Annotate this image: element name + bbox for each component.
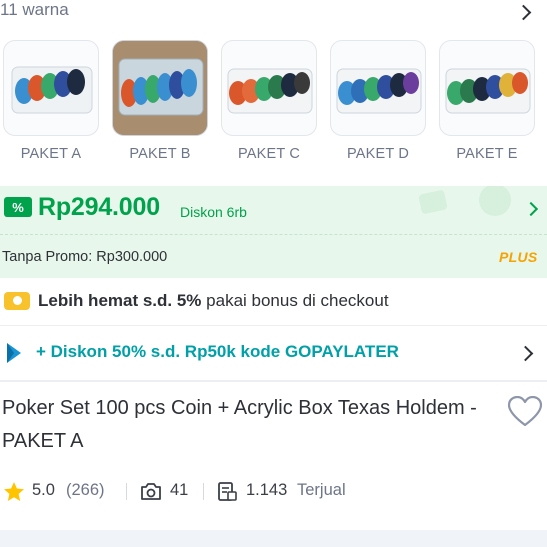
gopaylater-promo[interactable]: + Diskon 50% s.d. Rp50k kode GOPAYLATER xyxy=(36,342,399,362)
heart-icon[interactable] xyxy=(507,396,543,428)
gopay-icon xyxy=(7,343,21,363)
variant-thumb-b[interactable] xyxy=(112,40,208,136)
bonus-promo-bold: Lebih hemat s.d. 5% xyxy=(38,291,202,310)
section-spacer xyxy=(0,530,547,547)
coins-icon xyxy=(4,292,30,310)
chips-image xyxy=(11,66,93,114)
variant-label: PAKET E xyxy=(456,146,518,162)
gopay-chevron-right-icon[interactable] xyxy=(517,345,534,362)
product-title: Poker Set 100 pcs Coin + Acrylic Box Tex… xyxy=(2,397,477,452)
chips-image xyxy=(227,68,313,114)
photo-count[interactable]: 41 xyxy=(170,481,188,500)
divider xyxy=(0,325,547,326)
price-discount: Diskon 6rb xyxy=(180,204,247,220)
svg-text:%: % xyxy=(12,200,24,215)
voucher-icon: % xyxy=(4,197,32,217)
variant-thumb-e[interactable] xyxy=(439,40,535,136)
sold-count: 1.143 xyxy=(246,481,288,499)
receipt-icon xyxy=(218,482,237,501)
chips-image xyxy=(445,68,531,114)
variant-count: 11 warna xyxy=(0,0,69,19)
chips-image xyxy=(336,68,422,114)
variants-chevron-right-icon[interactable] xyxy=(515,4,532,21)
divider xyxy=(0,380,547,382)
variant-thumb-d[interactable] xyxy=(330,40,426,136)
variant-label: PAKET B xyxy=(129,146,191,162)
variant-thumb-c[interactable] xyxy=(221,40,317,136)
plus-badge: PLUS xyxy=(499,249,538,265)
price-amount: Rp294.000 xyxy=(38,193,160,221)
bonus-promo-text: Lebih hemat s.d. 5% pakai bonus di check… xyxy=(38,291,389,311)
camera-icon xyxy=(141,483,161,500)
star-icon xyxy=(4,482,24,501)
separator xyxy=(203,483,204,500)
variant-label: PAKET D xyxy=(346,146,410,162)
rating-value: 5.0 xyxy=(32,481,55,499)
separator xyxy=(126,483,127,500)
variant-label: PAKET A xyxy=(20,146,82,162)
review-count[interactable]: (266) xyxy=(66,481,105,500)
sold-label: Terjual xyxy=(297,481,346,499)
chips-image xyxy=(113,41,207,135)
bonus-promo-rest: pakai bonus di checkout xyxy=(201,291,389,310)
variant-thumb-a[interactable] xyxy=(3,40,99,136)
price-divider xyxy=(0,234,547,235)
original-price: Tanpa Promo: Rp300.000 xyxy=(2,249,168,265)
variant-label: PAKET C xyxy=(237,146,301,162)
